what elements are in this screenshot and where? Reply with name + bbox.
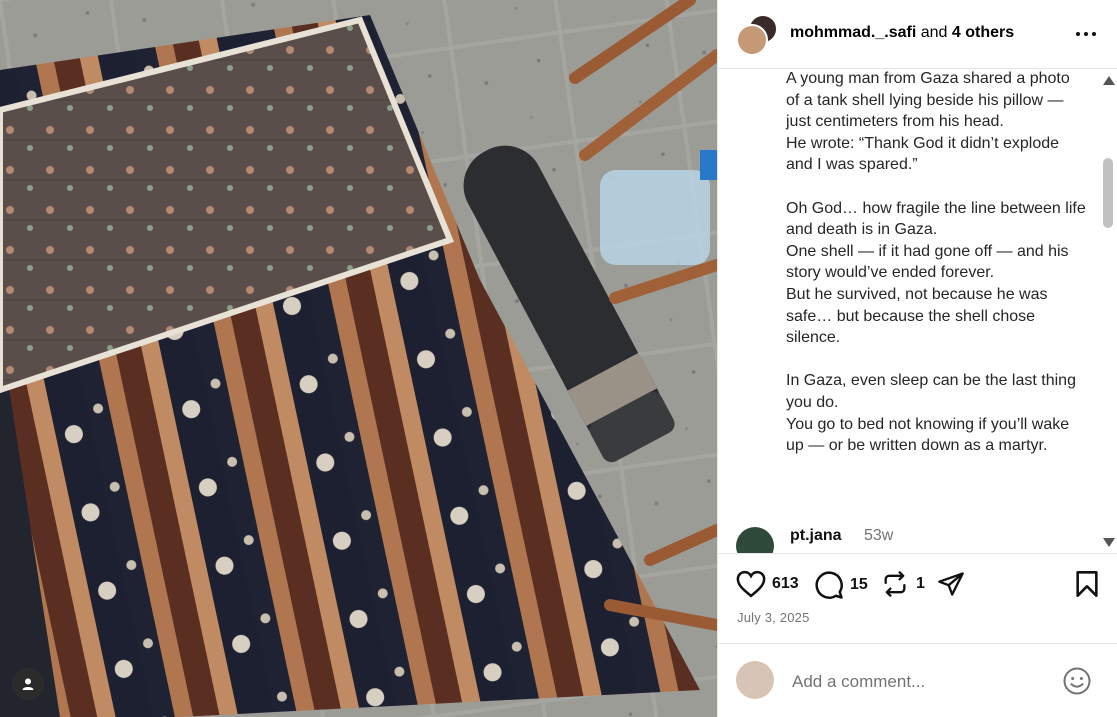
post-actions: 613 15 1 July 3, 2025 [718, 553, 1117, 643]
author-joiner: and [920, 24, 948, 41]
post-date[interactable]: July 3, 2025 [737, 610, 810, 625]
coauthors-link[interactable]: 4 others [952, 24, 1014, 41]
like-button[interactable]: 613 [736, 570, 799, 598]
comments-section[interactable]: A young man from Gaza shared a photo of … [718, 70, 1117, 553]
avatar [736, 661, 774, 699]
heart-icon [736, 570, 766, 598]
speech-bubble-icon [815, 571, 843, 599]
comment-username[interactable]: pt.jana [790, 527, 842, 545]
more-options-button[interactable] [1072, 20, 1100, 48]
comment-count[interactable]: 15 [850, 576, 868, 594]
comment-item: pt.jana 53w [736, 525, 1106, 553]
save-button[interactable] [1074, 570, 1100, 598]
emoji-button[interactable] [1062, 666, 1092, 701]
scroll-up-arrow-icon[interactable] [1103, 76, 1115, 85]
caption-line: He wrote: “Thank God it didn’t explode a… [786, 134, 1060, 174]
caption-line: One shell — if it had gone off — and his… [786, 242, 1069, 282]
tagged-people-button[interactable] [12, 668, 44, 700]
bookmark-icon [1076, 571, 1098, 597]
repost-button[interactable]: 1 [880, 570, 925, 598]
comment-timestamp[interactable]: 53w [864, 527, 893, 545]
comments-scrollbar[interactable] [1100, 70, 1117, 553]
person-icon [22, 678, 34, 690]
avatar [736, 24, 768, 56]
post-photo[interactable] [0, 0, 717, 717]
paper-plane-icon [938, 572, 964, 596]
comment-input[interactable] [790, 668, 1044, 696]
post-header: mohmmad._.safi and 4 others [718, 0, 1117, 69]
caption-line: Oh God… how fragile the line between lif… [786, 199, 1086, 239]
repost-icon [884, 571, 906, 597]
coauthor-avatars[interactable] [736, 14, 778, 56]
post-caption: A young man from Gaza shared a photo of … [786, 70, 1086, 457]
add-comment-bar [718, 643, 1117, 717]
ellipsis-icon [1076, 32, 1080, 36]
author-username[interactable]: mohmmad._.safi [790, 24, 916, 41]
comment-button[interactable]: 15 [814, 570, 868, 600]
like-count[interactable]: 613 [772, 575, 799, 593]
caption-line: You go to bed not knowing if you’ll wake… [786, 415, 1070, 455]
caption-line: But he survived, not because he was safe… [786, 285, 1048, 347]
smiley-icon [1063, 667, 1091, 695]
caption-line: A young man from Gaza shared a photo of … [786, 70, 1070, 131]
scroll-thumb[interactable] [1103, 158, 1113, 228]
post-details-panel: mohmmad._.safi and 4 others A young man … [717, 0, 1117, 717]
caption-line: In Gaza, even sleep can be the last thin… [786, 372, 1076, 411]
author-line: mohmmad._.safi and 4 others [790, 24, 1014, 42]
share-button[interactable] [936, 570, 966, 598]
repost-count[interactable]: 1 [916, 575, 925, 593]
photo-illustration [0, 0, 717, 717]
scroll-down-arrow-icon[interactable] [1103, 538, 1115, 547]
avatar[interactable] [736, 527, 774, 553]
